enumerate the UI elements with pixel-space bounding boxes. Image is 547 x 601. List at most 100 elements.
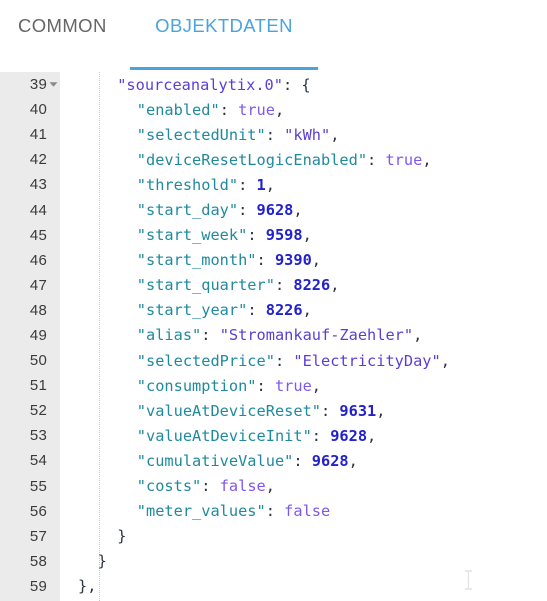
json-code-editor[interactable]: 39 "sourceanalytix.0": {40 "enabled": true…: [0, 72, 547, 601]
json-token-punct: ,: [330, 276, 340, 295]
json-token-punct: ,: [302, 301, 312, 320]
code-text: "start_month": 9390,: [60, 251, 321, 269]
code-line[interactable]: 47 "start_quarter": 8226,: [0, 273, 547, 298]
json-token-key: "selectedUnit": [136, 125, 266, 144]
code-text: "valueAtDeviceInit": 9628,: [60, 427, 376, 445]
json-token-key: "start_year": [136, 301, 248, 320]
code-text: "deviceResetLogicEnabled": true,: [60, 151, 432, 169]
code-line[interactable]: 57}: [0, 524, 547, 549]
json-token-num: 9598: [265, 226, 303, 245]
line-number: 59: [29, 577, 47, 595]
code-line[interactable]: 58}: [0, 549, 547, 574]
line-number: 41: [29, 126, 47, 144]
json-token-key: "deviceResetLogicEnabled": [136, 150, 368, 169]
code-text: },: [60, 577, 96, 595]
json-token-punct: :: [247, 226, 266, 245]
code-line[interactable]: 49 "alias": "Stromankauf-Zaehler",: [0, 323, 547, 348]
json-token-punct: :: [256, 251, 275, 270]
json-token-punct: ,: [422, 150, 432, 169]
code-line[interactable]: 40 "enabled": true,: [0, 97, 547, 122]
json-token-key: "costs": [136, 477, 202, 496]
code-line[interactable]: 46 "start_month": 9390,: [0, 248, 547, 273]
code-text: "consumption": true,: [60, 377, 321, 395]
code-text: "cumulativeValue": 9628,: [60, 452, 358, 470]
json-token-punct: ,: [413, 326, 423, 345]
code-line[interactable]: 39 "sourceanalytix.0": {: [0, 72, 547, 97]
line-number: 42: [29, 151, 47, 169]
json-token-punct: ,: [311, 376, 322, 395]
json-token-num: 9390: [274, 251, 312, 270]
json-token-key: "consumption": [136, 376, 257, 395]
tab-bar: COMMON OBJEKTDATEN: [0, 0, 547, 72]
tab-objektdaten[interactable]: OBJEKTDATEN: [130, 0, 318, 52]
json-token-num: 8226: [265, 301, 303, 320]
code-text: "enabled": true,: [60, 101, 284, 119]
code-line[interactable]: 45 "start_week": 9598,: [0, 223, 547, 248]
json-token-punct: :: [256, 376, 275, 395]
json-token-punct: :: [201, 477, 220, 496]
code-text: "meter_values": false: [60, 502, 330, 520]
line-number: 48: [29, 301, 47, 319]
json-token-punct: :: [321, 401, 340, 420]
json-token-key: "start_month": [136, 251, 257, 270]
json-token-num: 9631: [339, 401, 377, 420]
json-token-bool: true: [385, 150, 423, 169]
code-line[interactable]: 48 "start_year": 8226,: [0, 298, 547, 323]
line-number: 53: [29, 427, 47, 445]
json-token-bool: true: [238, 100, 275, 119]
json-token-brace: }: [117, 527, 127, 546]
json-token-punct: :: [282, 75, 302, 94]
code-line[interactable]: 54 "cumulativeValue": 9628,: [0, 448, 547, 473]
json-token-str: "Stromankauf-Zaehler": [219, 326, 414, 345]
json-token-punct: :: [238, 201, 257, 220]
active-tab-indicator: [130, 67, 318, 70]
code-line[interactable]: 51 "consumption": true,: [0, 373, 547, 398]
code-line[interactable]: 43 "threshold": 1,: [0, 172, 547, 197]
json-token-punct: :: [274, 351, 294, 370]
code-text: }: [60, 527, 126, 545]
code-text: "start_quarter": 8226,: [60, 276, 340, 295]
json-token-key: "start_day": [136, 201, 239, 220]
code-line[interactable]: 41 "selectedUnit": "kWh",: [0, 122, 547, 147]
json-token-key: "alias": [136, 326, 202, 345]
tab-common[interactable]: COMMON: [0, 0, 112, 52]
code-line[interactable]: 42 "deviceResetLogicEnabled": true,: [0, 147, 547, 172]
json-token-str: "sourceanalytix.0": [117, 75, 283, 94]
code-text: "sourceanalytix.0": {: [60, 75, 311, 94]
code-text: "costs": false,: [60, 477, 275, 495]
json-token-punct: :: [247, 301, 266, 320]
json-token-bool: false: [284, 502, 331, 521]
code-text: "valueAtDeviceReset": 9631,: [60, 401, 386, 420]
json-token-num: 8226: [293, 276, 331, 295]
json-token-str: "kWh": [284, 125, 331, 144]
fold-collapse-icon[interactable]: [47, 80, 60, 89]
json-token-bool: true: [274, 376, 312, 395]
code-line[interactable]: 53 "valueAtDeviceInit": 9628,: [0, 423, 547, 448]
line-number: 39: [29, 76, 47, 94]
json-token-punct: :: [265, 125, 285, 144]
json-token-punct: ,: [311, 251, 322, 270]
code-line[interactable]: 59},: [0, 574, 547, 599]
line-number: 58: [29, 552, 47, 570]
json-token-punct: :: [238, 175, 257, 194]
code-line[interactable]: 56 "meter_values": false: [0, 499, 547, 524]
code-line[interactable]: 44 "start_day": 9628,: [0, 197, 547, 222]
json-token-punct: :: [367, 150, 386, 169]
line-number: 54: [29, 452, 47, 470]
json-token-punct: ,: [293, 201, 303, 220]
code-line[interactable]: 55 "costs": false,: [0, 474, 547, 499]
json-token-brace: {: [301, 75, 311, 94]
json-token-punct: :: [201, 326, 220, 345]
json-token-num: 9628: [330, 426, 368, 445]
json-token-punct: ,: [376, 401, 386, 420]
json-token-punct: :: [219, 100, 239, 119]
json-token-key: "cumulativeValue": [136, 451, 294, 470]
code-text: "start_day": 9628,: [60, 201, 303, 219]
line-number: 51: [29, 377, 47, 395]
code-line[interactable]: 50 "selectedPrice": "ElectricityDay",: [0, 348, 547, 373]
code-line[interactable]: 52 "valueAtDeviceReset": 9631,: [0, 398, 547, 423]
json-token-num: 9628: [311, 451, 349, 470]
json-token-key: "threshold": [136, 175, 239, 194]
json-token-key: "start_quarter": [136, 276, 275, 295]
line-number: 52: [29, 402, 47, 420]
